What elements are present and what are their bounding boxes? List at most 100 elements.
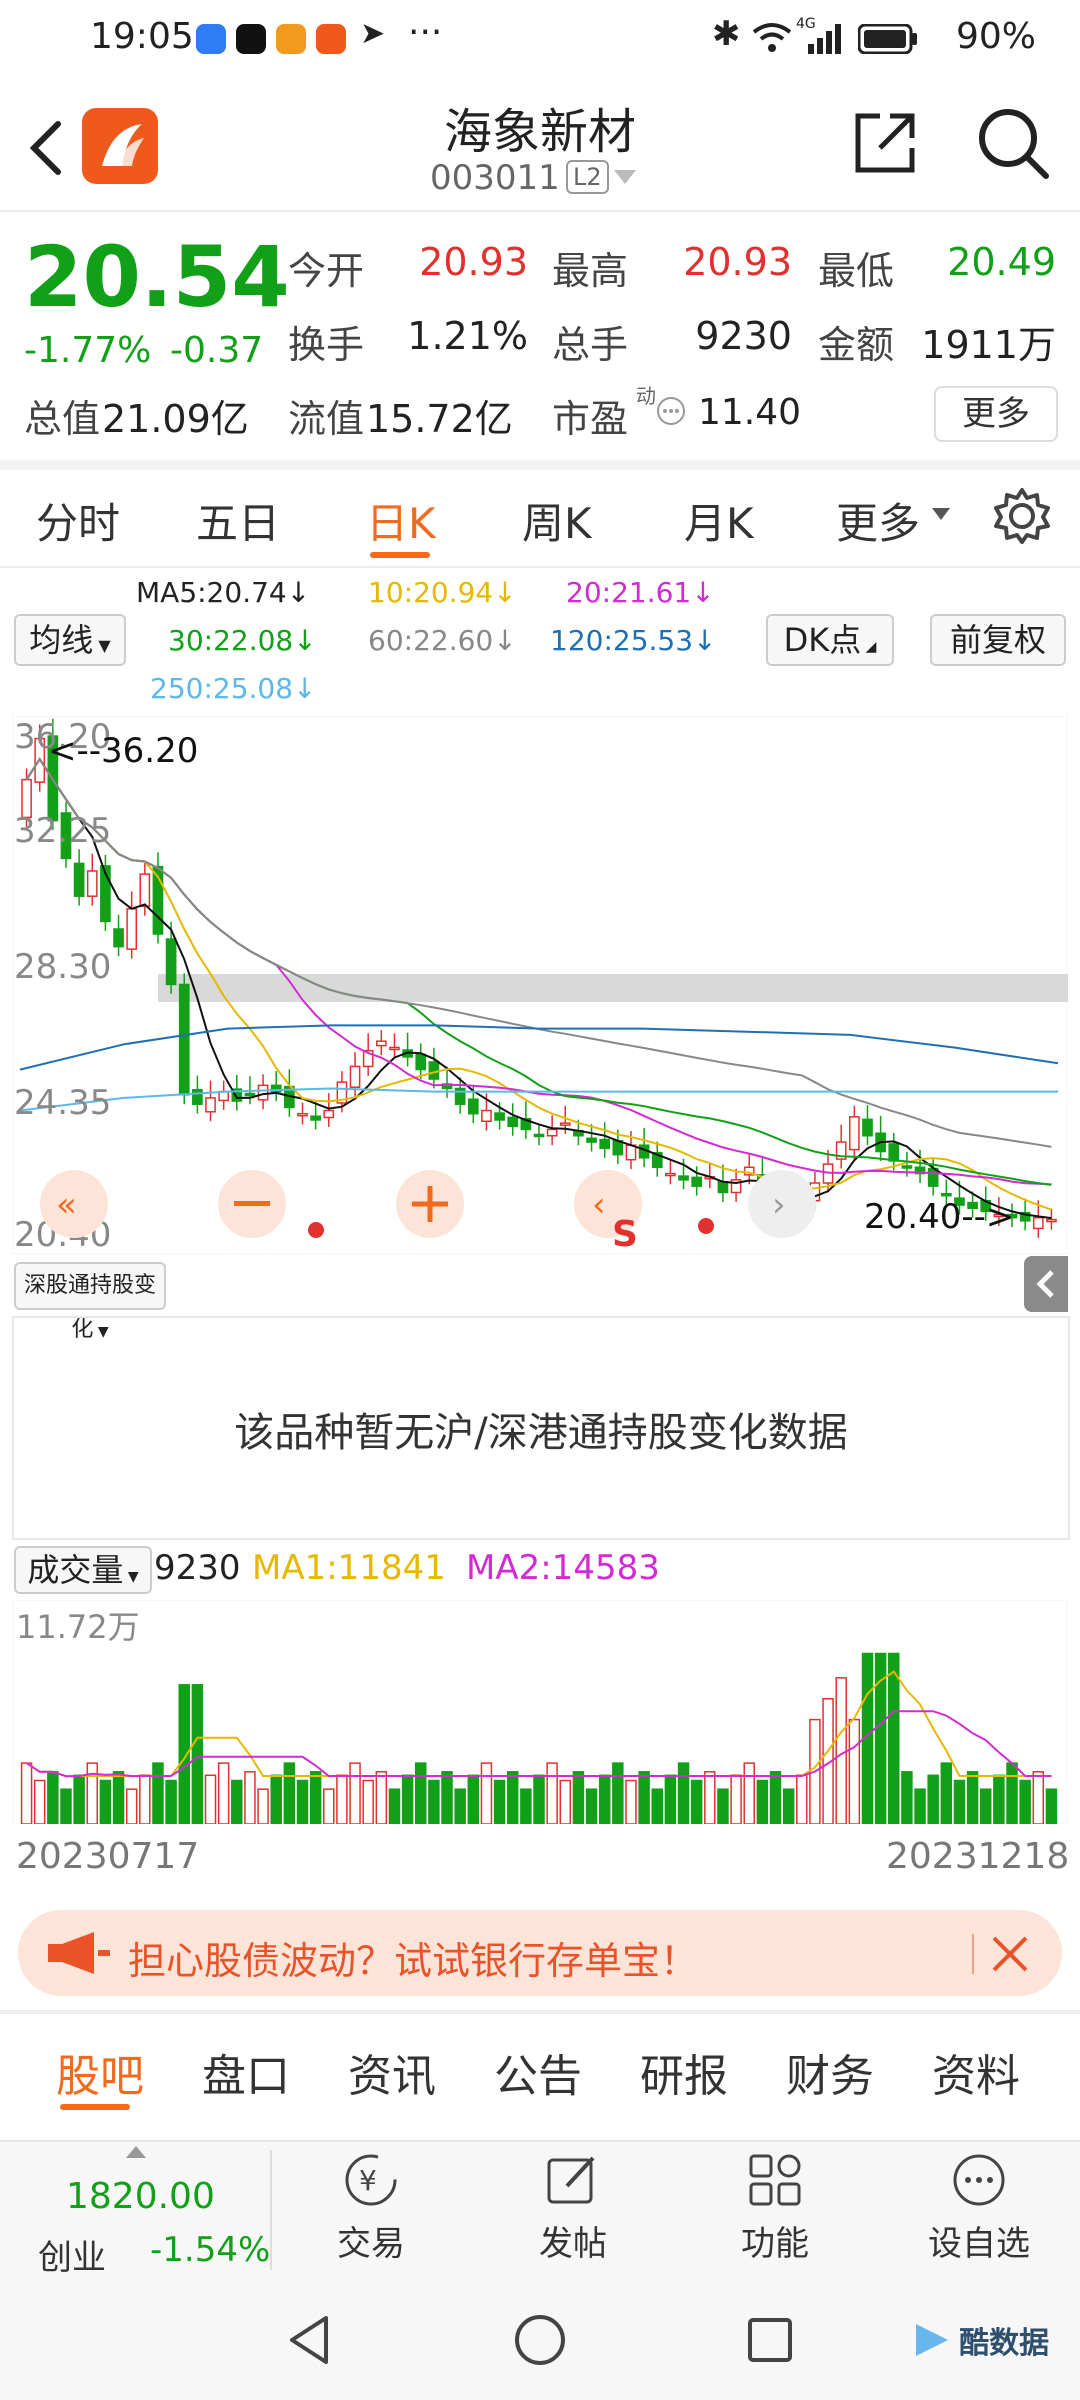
functions-button[interactable]: 功能 — [700, 2140, 850, 2265]
ma5-value: MA5:20.74↓ — [136, 576, 311, 609]
candle — [310, 1115, 321, 1121]
volume-bar — [704, 1771, 716, 1824]
collapse-up-icon[interactable] — [126, 2146, 146, 2158]
amount-value: 1911万 — [921, 323, 1056, 367]
share-icon[interactable] — [850, 108, 920, 178]
volume-bar — [966, 1771, 979, 1824]
app-notification-icon — [316, 24, 346, 54]
tab-weekly-k[interactable]: 周K — [522, 490, 592, 551]
battery-icon — [858, 24, 917, 54]
candle — [665, 1172, 676, 1177]
bluetooth-icon: ✱ — [712, 14, 741, 54]
stock-header: 海象新材 003011 L2 — [0, 78, 1080, 212]
tab-news[interactable]: 资讯 — [348, 2040, 436, 2104]
volume-bar — [888, 1652, 900, 1824]
volume-bar — [835, 1677, 847, 1824]
tab-research[interactable]: 研报 — [640, 2040, 728, 2104]
more-quote-button[interactable]: 更多 — [934, 386, 1058, 442]
volume-bar — [717, 1788, 729, 1824]
nav-home-icon[interactable] — [512, 2312, 568, 2368]
ma-indicator-label: 均线 — [29, 621, 94, 659]
candle — [691, 1176, 703, 1187]
dropdown-arrow-icon[interactable] — [614, 170, 636, 186]
dk-point-button[interactable]: DK点 ◢ — [766, 614, 894, 666]
max-price-label: <--36.20 — [48, 731, 198, 771]
volume-bar — [375, 1771, 388, 1824]
cloud-app-icon — [196, 24, 226, 54]
promo-banner[interactable]: 担心股债波动？试试银行存单宝！ — [18, 1910, 1062, 1996]
candle — [192, 1088, 203, 1105]
kline-chart[interactable]: 36.20 32.25 28.30 24.35 20.40 <--36.20 2… — [12, 716, 1068, 1254]
tab-order-book[interactable]: 盘口 — [202, 2040, 290, 2104]
minus-icon — [234, 1201, 270, 1206]
volume-bar — [99, 1779, 112, 1824]
hk-empty-text: 该品种暂无沪/深港通持股变化数据 — [234, 1410, 848, 1456]
turnover-label: 换手 — [288, 323, 365, 367]
nav-back-icon[interactable] — [282, 2312, 338, 2368]
candle — [428, 1061, 440, 1080]
candle — [546, 1128, 558, 1137]
hk-holding-selector[interactable]: 深股通持股变化 ▼ — [14, 1262, 166, 1342]
search-icon[interactable] — [976, 106, 1052, 182]
volume-bar — [993, 1774, 1005, 1824]
add-watchlist-button[interactable]: 设自选 — [904, 2140, 1054, 2265]
settings-gear-icon[interactable] — [992, 486, 1052, 546]
candle — [126, 908, 138, 950]
nav-recents-icon[interactable] — [742, 2312, 798, 2368]
divider — [972, 1934, 974, 1974]
volume-bar — [690, 1779, 703, 1824]
volume-bar — [1032, 1771, 1045, 1824]
volume-bar — [33, 1779, 46, 1824]
trade-button[interactable]: ¥ 交易 — [296, 2140, 446, 2265]
tab-announcements[interactable]: 公告 — [494, 2040, 582, 2104]
volume-bar — [454, 1788, 466, 1824]
candle — [467, 1098, 479, 1115]
tab-daily-k[interactable]: 日K — [366, 490, 436, 551]
divider — [0, 2010, 1080, 2014]
chevron-right-icon: › — [772, 1185, 786, 1225]
candle — [678, 1175, 689, 1181]
ma-indicator-selector[interactable]: 均线 ▼ — [14, 614, 126, 666]
close-icon[interactable] — [988, 1932, 1032, 1976]
volume-bar — [244, 1771, 256, 1824]
tab-forum[interactable]: 股吧 — [56, 2040, 144, 2104]
level2-badge[interactable]: L2 — [566, 160, 609, 194]
y-tick-3: 28.30 — [14, 947, 111, 987]
volume-bar — [217, 1762, 230, 1824]
volume-bar — [401, 1774, 414, 1824]
volume-bar — [927, 1774, 939, 1824]
volume-bar — [940, 1762, 953, 1824]
active-tab-indicator — [60, 2104, 130, 2110]
tab-intraday[interactable]: 分时 — [36, 490, 120, 551]
collapse-panel-button[interactable] — [1024, 1256, 1068, 1312]
candle — [323, 1109, 335, 1119]
index-value[interactable]: 1820.00 — [66, 2176, 215, 2217]
volume-chart[interactable]: 11.72万 — [12, 1600, 1068, 1824]
volume-bar — [296, 1779, 309, 1824]
watermark-logo: 酷数据 — [910, 2318, 1049, 2362]
mktcap-label: 总值 — [24, 397, 101, 441]
tab-more[interactable]: 更多 — [836, 490, 920, 551]
float-value: 15.72亿 — [366, 397, 513, 441]
volume-bar — [309, 1771, 322, 1824]
candle — [586, 1137, 597, 1143]
volume-indicator-selector[interactable]: 成交量 ▼ — [14, 1546, 152, 1594]
volume-bar — [86, 1762, 99, 1824]
video-app-icon — [276, 24, 306, 54]
volume-bar — [756, 1779, 769, 1824]
tab-finance[interactable]: 财务 — [786, 2040, 874, 2104]
volume-bar — [480, 1762, 493, 1824]
volume-bar — [559, 1779, 572, 1824]
candle — [205, 1097, 216, 1113]
tab-monthly-k[interactable]: 月K — [684, 490, 754, 551]
info-icon[interactable] — [656, 396, 686, 426]
tab-five-day[interactable]: 五日 — [196, 490, 280, 551]
double-left-icon: « — [56, 1185, 77, 1225]
volume-bar — [638, 1771, 650, 1824]
float-label: 流值 — [288, 397, 365, 441]
tab-profile[interactable]: 资料 — [932, 2040, 1020, 2104]
volume-bar — [664, 1774, 677, 1824]
tab-more-arrow-icon[interactable] — [932, 508, 950, 522]
post-button[interactable]: 发帖 — [498, 2140, 648, 2265]
adjust-button[interactable]: 前复权 — [930, 614, 1066, 666]
